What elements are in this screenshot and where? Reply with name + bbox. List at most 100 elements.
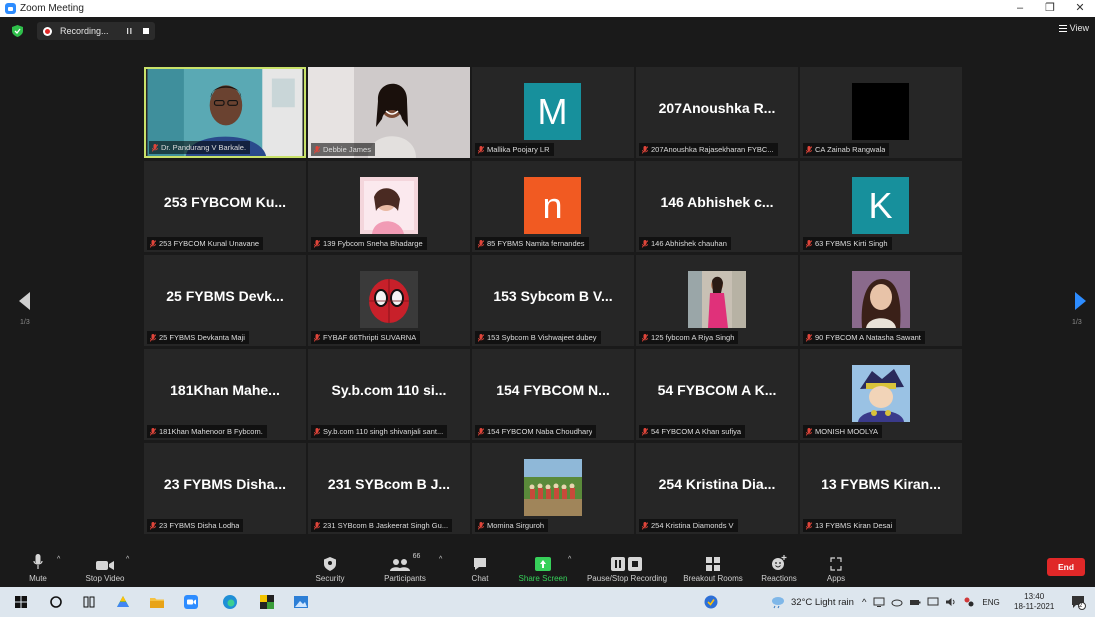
participant-tile[interactable]: 207Anoushka R... 207Anoushka Rajasekharan… — [636, 67, 798, 158]
windows-start-icon[interactable] — [13, 594, 29, 610]
participant-name-label: Momina Sirguroh — [475, 519, 549, 532]
close-button[interactable]: ✕ — [1065, 0, 1095, 17]
participant-tile[interactable]: 23 FYBMS Disha... 23 FYBMS Disha Lodha — [144, 443, 306, 534]
muted-microphone-icon — [642, 239, 648, 248]
pause-recording-icon[interactable]: II — [127, 27, 133, 36]
muted-microphone-icon — [806, 145, 812, 154]
battery-tray-icon[interactable] — [909, 596, 921, 608]
participant-tile[interactable]: 125 fybcom A Riya Singh — [636, 255, 798, 346]
share-screen-icon — [535, 557, 551, 571]
participants-button[interactable]: 66 Participants — [378, 552, 432, 583]
security-button[interactable]: Security — [310, 552, 350, 583]
participant-name: 153 Sybcom B Vishwajeet dubey — [487, 333, 597, 342]
app-icon-yellow-black[interactable] — [259, 594, 275, 610]
end-meeting-button[interactable]: End — [1047, 558, 1085, 576]
cortana-search-icon[interactable] — [48, 594, 64, 610]
participant-name-label: 139 Fybcom Sneha Bhadarge — [311, 237, 427, 250]
chat-button[interactable]: Chat — [466, 552, 494, 583]
restore-button[interactable]: ❐ — [1035, 0, 1065, 17]
participant-name-label: 207Anoushka Rajasekharan FYBC... — [639, 143, 778, 156]
stop-recording-icon[interactable] — [142, 28, 149, 34]
participant-name: 231 SYBcom B Jaskeerat Singh Gu... — [323, 521, 449, 530]
wifi-tray-icon[interactable] — [927, 596, 939, 608]
breakout-rooms-icon — [706, 557, 720, 571]
task-view-icon[interactable] — [81, 594, 97, 610]
mute-options-caret-icon[interactable]: ^ — [57, 556, 60, 563]
participant-tile[interactable]: Debbie James — [308, 67, 470, 158]
participant-tile[interactable]: n 85 FYBMS Namita fernandes — [472, 161, 634, 252]
weather-text[interactable]: 32°C Light rain — [791, 597, 854, 608]
participant-tile[interactable]: 154 FYBCOM N... 154 FYBCOM Naba Choudhary — [472, 349, 634, 440]
participant-name: Mallika Poojary LR — [487, 145, 550, 154]
participant-tile[interactable]: 25 FYBMS Devk... 25 FYBMS Devkanta Maji — [144, 255, 306, 346]
share-options-caret-icon[interactable]: ^ — [568, 556, 571, 563]
app-tray-icon[interactable] — [963, 596, 975, 608]
participant-tile[interactable]: MONISH MOOLYA — [800, 349, 962, 440]
participant-name-label: Debbie James — [311, 143, 375, 156]
network-tray-icon[interactable] — [873, 596, 885, 608]
page-indicator-right: 1/3 — [1072, 319, 1082, 326]
participant-tile[interactable]: K 63 FYBMS Kirti Singh — [800, 161, 962, 252]
participant-tile[interactable]: 13 FYBMS Kiran... 13 FYBMS Kiran Desai — [800, 443, 962, 534]
participant-name: 125 fybcom A Riya Singh — [651, 333, 735, 342]
participant-name-label: 25 FYBMS Devkanta Maji — [147, 331, 249, 344]
notification-center-icon[interactable] — [1070, 594, 1086, 610]
window-controls: – ❐ ✕ — [1005, 0, 1095, 17]
muted-microphone-icon — [314, 145, 320, 154]
participant-tile[interactable]: Sy.b.com 110 si... Sy.b.com 110 singh shi… — [308, 349, 470, 440]
apps-button[interactable]: Apps — [820, 552, 852, 583]
participant-tile[interactable]: 231 SYBcom B J... 231 SYBcom B Jaskeerat … — [308, 443, 470, 534]
onedrive-tray-icon[interactable] — [891, 596, 903, 608]
stop-video-button[interactable]: Stop Video — [78, 552, 132, 583]
participant-name-label: 254 Kristina Diamonds V — [639, 519, 738, 532]
participant-tile[interactable]: CA Zainab Rangwala — [800, 67, 962, 158]
participant-tile[interactable]: 253 FYBCOM Ku... 253 FYBCOM Kunal Unavane — [144, 161, 306, 252]
volume-tray-icon[interactable] — [945, 596, 957, 608]
pause-stop-recording-button[interactable]: Pause/Stop Recording — [582, 552, 672, 583]
shield-icon[interactable] — [12, 25, 23, 37]
video-options-caret-icon[interactable]: ^ — [126, 556, 129, 563]
stop-video-label: Stop Video — [85, 574, 125, 583]
previous-page-arrow-icon[interactable] — [18, 292, 32, 310]
zoom-taskbar-icon[interactable] — [183, 594, 199, 610]
antivirus-tray-icon[interactable] — [703, 594, 719, 610]
muted-microphone-icon — [642, 333, 648, 342]
taskbar-clock[interactable]: 13:40 18-11-2021 — [1014, 592, 1054, 612]
participant-tile[interactable]: Dr. Pandurang V Barkale. — [144, 67, 306, 158]
photos-app-icon[interactable] — [293, 594, 309, 610]
next-page-arrow-icon[interactable] — [1073, 292, 1087, 310]
system-tray: 32°C Light rain ^ ENG — [770, 587, 1000, 617]
avatar-photo — [688, 271, 746, 328]
participant-tile[interactable]: 54 FYBCOM A K... 54 FYBCOM A Khan sufiya — [636, 349, 798, 440]
participant-tile[interactable]: 139 Fybcom Sneha Bhadarge — [308, 161, 470, 252]
tray-chevron-icon[interactable]: ^ — [862, 597, 866, 608]
participant-tile[interactable]: FYBAF 66Thripti SUVARNA — [308, 255, 470, 346]
breakout-rooms-button[interactable]: Breakout Rooms — [678, 552, 748, 583]
view-button[interactable]: View — [1058, 23, 1089, 33]
participant-tile[interactable]: 181Khan Mahe... 181Khan Mahenoor B Fybcom… — [144, 349, 306, 440]
mute-button[interactable]: Mute — [22, 552, 54, 583]
muted-microphone-icon — [806, 521, 812, 530]
participant-tile[interactable]: 153 Sybcom B V... 153 Sybcom B Vishwajeet… — [472, 255, 634, 346]
participant-name: 25 FYBMS Devkanta Maji — [159, 333, 245, 342]
participant-name-label: 231 SYBcom B Jaskeerat Singh Gu... — [311, 519, 453, 532]
participant-tile[interactable]: M Mallika Poojary LR — [472, 67, 634, 158]
participant-tile[interactable]: Momina Sirguroh — [472, 443, 634, 534]
participant-name-label: 85 FYBMS Namita fernandes — [475, 237, 589, 250]
participant-tile[interactable]: 90 FYBCOM A Natasha Sawant — [800, 255, 962, 346]
participant-tile[interactable]: 254 Kristina Dia... 254 Kristina Diamonds… — [636, 443, 798, 534]
minimize-button[interactable]: – — [1005, 0, 1035, 17]
language-indicator[interactable]: ENG — [982, 598, 999, 607]
file-explorer-icon[interactable] — [149, 594, 165, 610]
reactions-button[interactable]: Reactions — [756, 552, 802, 583]
participant-display-name: 146 Abhishek c... — [660, 194, 774, 210]
weather-rain-icon[interactable] — [770, 595, 786, 609]
participant-name-label: 63 FYBMS Kirti Singh — [803, 237, 892, 250]
google-drive-icon[interactable] — [115, 594, 131, 610]
participant-tile[interactable]: 146 Abhishek c... 146 Abhishek chauhan — [636, 161, 798, 252]
participant-name-label: MONISH MOOLYA — [803, 425, 883, 438]
participants-options-caret-icon[interactable]: ^ — [439, 556, 442, 563]
edge-browser-icon[interactable] — [222, 594, 238, 610]
microphone-icon — [33, 554, 43, 569]
share-screen-button[interactable]: Share Screen — [514, 552, 572, 583]
